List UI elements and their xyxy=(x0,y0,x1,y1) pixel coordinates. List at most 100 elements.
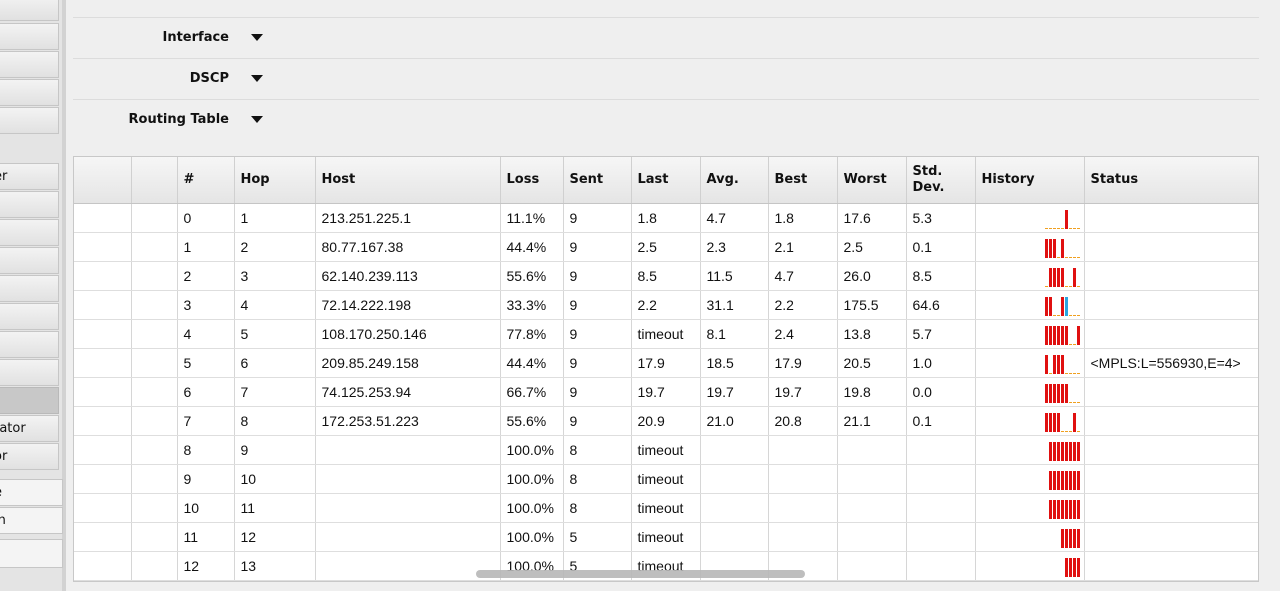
row-spacer-cell xyxy=(131,319,178,349)
history-bar xyxy=(1068,284,1072,287)
column-header[interactable]: Sent xyxy=(563,157,632,204)
column-header[interactable]: Avg. xyxy=(700,157,769,204)
row-spacer-cell xyxy=(74,348,132,378)
sidebar-item[interactable] xyxy=(0,331,59,358)
sidebar-item[interactable] xyxy=(0,359,59,386)
sidebar-item[interactable] xyxy=(0,0,59,21)
history-bar xyxy=(1048,267,1052,287)
column-header[interactable] xyxy=(131,157,178,204)
cell-hop: 11 xyxy=(234,493,316,523)
column-header[interactable]: Host xyxy=(315,157,501,204)
sidebar-item[interactable] xyxy=(0,387,59,414)
history-bar xyxy=(1068,226,1072,229)
cell-loss: 100.0% xyxy=(500,522,564,552)
history-bar xyxy=(1068,342,1072,345)
sidebar-item[interactable] xyxy=(0,247,59,274)
history-graph xyxy=(1048,499,1080,519)
history-bar xyxy=(1044,226,1048,229)
sidebar-item[interactable]: or xyxy=(0,443,59,470)
cell-std: 5.3 xyxy=(906,203,976,233)
table-row[interactable]: 0 1 213.251.225.1 11.1% 9 1.8 4.7 1.8 17.6 5.3 xyxy=(74,203,1258,233)
history-bar xyxy=(1048,226,1052,229)
history-bar xyxy=(1064,470,1068,490)
table-row[interactable]: 5 6 209.85.249.158 44.4% 9 17.9 18.5 17.9 20.5 1.… xyxy=(74,348,1258,378)
table-row[interactable]: 9 10 100.0% 8 timeout xyxy=(74,464,1258,494)
cell-history xyxy=(975,232,1085,262)
column-header[interactable] xyxy=(74,157,132,204)
history-bar xyxy=(1068,470,1072,490)
cell-last: timeout xyxy=(631,435,701,465)
column-header[interactable]: Std. Dev. xyxy=(906,157,976,204)
table-row[interactable]: 1 2 80.77.167.38 44.4% 9 2.5 2.3 2.1 2.5 0.1 xyxy=(74,232,1258,262)
cell-host xyxy=(315,493,501,523)
cell-hop: 3 xyxy=(234,261,316,291)
cell-idx: 6 xyxy=(177,377,235,407)
history-graph xyxy=(1044,267,1080,287)
cell-worst: 26.0 xyxy=(837,261,907,291)
table-row[interactable]: 3 4 72.14.222.198 33.3% 9 2.2 31.1 2.2 175.5 64.6 xyxy=(74,290,1258,320)
sidebar-item[interactable] xyxy=(0,79,59,106)
history-bar xyxy=(1056,412,1060,432)
column-header[interactable]: Hop xyxy=(234,157,316,204)
dropdown-arrow-icon[interactable] xyxy=(251,75,263,82)
sidebar-item[interactable]: in xyxy=(0,507,63,534)
sidebar-item[interactable]: e xyxy=(0,479,63,506)
cell-loss: 55.6% xyxy=(500,406,564,436)
history-bar xyxy=(1060,528,1064,548)
history-bar xyxy=(1044,412,1048,432)
history-bar xyxy=(1064,296,1068,316)
cell-history xyxy=(975,203,1085,233)
table-row[interactable]: 7 8 172.253.51.223 55.6% 9 20.9 21.0 20.8 21.1 0.… xyxy=(74,406,1258,436)
table-header-row: # Hop Host Loss Sent Last Avg. Best Worst Std. De… xyxy=(74,157,1258,204)
table-row[interactable]: 2 3 62.140.239.113 55.6% 9 8.5 11.5 4.7 26.0 8.5 xyxy=(74,261,1258,291)
dropdown-arrow-icon[interactable] xyxy=(251,34,263,41)
row-spacer-cell xyxy=(74,464,132,494)
column-header[interactable]: Last xyxy=(631,157,701,204)
sidebar-item[interactable]: rator xyxy=(0,415,59,442)
table-row[interactable]: 6 7 74.125.253.94 66.7% 9 19.7 19.7 19.7 19.8 0.0 xyxy=(74,377,1258,407)
column-header[interactable]: History xyxy=(975,157,1085,204)
row-spacer-cell xyxy=(131,551,178,581)
sidebar-item[interactable] xyxy=(0,303,59,330)
column-header[interactable]: Status xyxy=(1084,157,1258,204)
sidebar-item[interactable] xyxy=(0,107,59,134)
horizontal-scrollbar[interactable] xyxy=(476,570,805,578)
column-header[interactable]: Loss xyxy=(500,157,564,204)
sidebar-item[interactable] xyxy=(0,539,63,568)
field-src-address[interactable]: Src. Address xyxy=(73,0,1259,18)
field-label-dscp: DSCP xyxy=(189,71,229,86)
column-header[interactable]: Best xyxy=(768,157,838,204)
sidebar-item[interactable] xyxy=(0,275,59,302)
cell-std: 0.0 xyxy=(906,377,976,407)
cell-loss: 100.0% xyxy=(500,493,564,523)
table-row[interactable]: 10 11 100.0% 8 timeout xyxy=(74,493,1258,523)
column-header[interactable]: Worst xyxy=(837,157,907,204)
field-interface[interactable]: Interface xyxy=(73,18,1259,59)
column-header[interactable]: # xyxy=(177,157,235,204)
field-routing-table[interactable]: Routing Table xyxy=(73,100,1259,140)
cell-sent: 9 xyxy=(563,232,632,262)
cell-sent: 9 xyxy=(563,261,632,291)
sidebar-item[interactable]: er xyxy=(0,163,59,190)
sidebar-item[interactable] xyxy=(0,51,59,78)
sidebar-item[interactable] xyxy=(0,219,59,246)
sidebar-item[interactable] xyxy=(0,23,59,50)
table-row[interactable]: 8 9 100.0% 8 timeout xyxy=(74,435,1258,465)
history-graph xyxy=(1064,557,1080,577)
cell-sent: 8 xyxy=(563,435,632,465)
field-dscp[interactable]: DSCP xyxy=(73,59,1259,100)
history-bar xyxy=(1060,354,1064,374)
cell-best: 1.8 xyxy=(768,203,838,233)
history-bar xyxy=(1068,557,1072,577)
cell-host xyxy=(315,464,501,494)
cell-best: 2.1 xyxy=(768,232,838,262)
cell-std: 0.1 xyxy=(906,406,976,436)
history-bar xyxy=(1056,226,1060,229)
table-row[interactable]: 11 12 100.0% 5 timeout xyxy=(74,522,1258,552)
cell-last: timeout xyxy=(631,493,701,523)
history-bar xyxy=(1052,470,1056,490)
history-bar xyxy=(1048,325,1052,345)
dropdown-arrow-icon[interactable] xyxy=(251,116,263,123)
sidebar-item[interactable] xyxy=(0,191,59,218)
table-row[interactable]: 4 5 108.170.250.146 77.8% 9 timeout 8.1 2.4 13.8… xyxy=(74,319,1258,349)
